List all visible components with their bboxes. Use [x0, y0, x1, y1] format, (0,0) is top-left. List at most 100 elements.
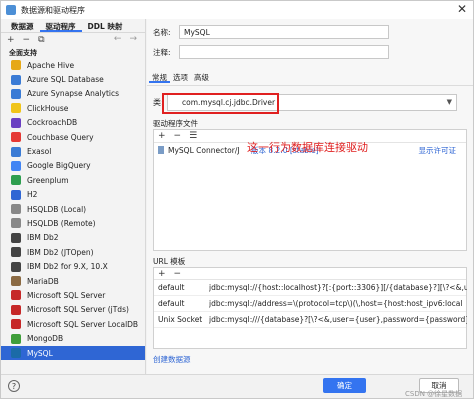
- add-icon[interactable]: +: [7, 35, 15, 45]
- window-title: 数据源和驱动程序: [21, 5, 85, 15]
- library-icon: [158, 146, 164, 154]
- url-toolbar: + −: [154, 268, 466, 280]
- left-toolbar: + − ⧉ ← →: [1, 33, 145, 47]
- bigquery-icon: [11, 160, 21, 171]
- create-datasource-link[interactable]: 创建数据源: [153, 354, 191, 365]
- name-input[interactable]: MySQL: [179, 25, 389, 39]
- greenplum-icon: [11, 175, 21, 186]
- highlight-box: [162, 93, 279, 114]
- couchbase-icon: [11, 132, 21, 143]
- driver-item[interactable]: HSQLDB (Remote): [1, 216, 145, 230]
- close-icon[interactable]: ✕: [457, 2, 467, 16]
- dialog-window: 数据源和驱动程序 ✕ 数据源 驱动程序 DDL 映射 + − ⧉ ← → 全面支…: [0, 0, 474, 399]
- left-panel: 数据源 驱动程序 DDL 映射 + − ⧉ ← → 全面支持 Apache Hi…: [1, 19, 146, 374]
- left-tabs: 数据源 驱动程序 DDL 映射: [1, 19, 145, 33]
- driver-item[interactable]: Google BigQuery: [1, 159, 145, 173]
- forward-icon[interactable]: →: [129, 34, 137, 44]
- driver-item[interactable]: MySQL: [1, 345, 145, 361]
- comment-row: 注释:: [153, 45, 389, 59]
- tab-advanced[interactable]: 高级: [191, 72, 212, 83]
- tab-general[interactable]: 常规: [149, 72, 170, 83]
- driver-item-label: Azure SQL Database: [27, 75, 104, 85]
- tab-options[interactable]: 选项: [170, 72, 191, 83]
- copy-icon[interactable]: ⧉: [38, 35, 44, 45]
- driver-item-label: Microsoft SQL Server (jTds): [27, 305, 129, 315]
- driver-item[interactable]: Apache Hive: [1, 58, 145, 72]
- ok-button[interactable]: 确定: [323, 378, 366, 393]
- driver-item[interactable]: H2: [1, 188, 145, 202]
- url-row[interactable]: default jdbc:mysql://{host::localhost}?[…: [154, 280, 467, 296]
- name-row: 名称: MySQL: [153, 25, 389, 39]
- driver-item[interactable]: IBM Db2 for 9.X, 10.X: [1, 259, 145, 273]
- driver-item-label: Greenplum: [27, 175, 69, 185]
- driver-item[interactable]: ClickHouse: [1, 101, 145, 115]
- mariadb-icon: [11, 276, 21, 287]
- driver-item-label: MariaDB: [27, 276, 59, 286]
- annotation-text: 这一行为数据库连接驱动: [247, 141, 368, 154]
- driver-item-label: MongoDB: [27, 334, 64, 344]
- comment-input[interactable]: [179, 45, 389, 59]
- driver-item[interactable]: MariaDB: [1, 274, 145, 288]
- driver-item-label: IBM Db2 for 9.X, 10.X: [27, 262, 108, 272]
- mysql-icon: [11, 348, 21, 358]
- url-templates-label: URL 模板: [153, 257, 186, 266]
- help-icon[interactable]: ?: [8, 380, 20, 392]
- add-file-icon[interactable]: +: [158, 131, 166, 141]
- tab-ddl-mappings[interactable]: DDL 映射: [82, 19, 129, 32]
- driver-item[interactable]: Azure Synapse Analytics: [1, 87, 145, 101]
- driver-item-label: H2: [27, 190, 38, 200]
- driver-item-label: Apache Hive: [27, 60, 75, 70]
- driver-list: Apache Hive Azure SQL Database Azure Synap…: [1, 58, 145, 361]
- url-name: default: [158, 299, 185, 308]
- driver-item-label: MySQL: [27, 348, 53, 358]
- app-icon: [6, 5, 16, 15]
- hsqldb-icon: [11, 204, 21, 215]
- ibm-icon: [11, 232, 21, 243]
- url-row[interactable]: default jdbc:mysql://address=\(protocol=…: [154, 296, 466, 312]
- driver-item-label: IBM Db2: [27, 233, 59, 243]
- sqlserver-icon: [11, 304, 21, 315]
- url-name: default: [158, 283, 185, 292]
- driver-files-label: 驱动程序文件: [153, 119, 198, 128]
- driver-item[interactable]: Microsoft SQL Server: [1, 288, 145, 302]
- driver-item-label: HSQLDB (Local): [27, 204, 87, 214]
- file-name: MySQL Connector/J: [168, 145, 240, 155]
- ibm-icon: [11, 247, 21, 258]
- sqlserver-icon: [11, 290, 21, 301]
- driver-item[interactable]: Microsoft SQL Server (jTds): [1, 303, 145, 317]
- driver-item[interactable]: Exasol: [1, 144, 145, 158]
- driver-item-label: Exasol: [27, 147, 52, 157]
- driver-item[interactable]: IBM Db2: [1, 231, 145, 245]
- name-label: 名称:: [153, 27, 171, 37]
- driver-item[interactable]: HSQLDB (Local): [1, 202, 145, 216]
- driver-item[interactable]: Greenplum: [1, 173, 145, 187]
- driver-item-label: Microsoft SQL Server: [27, 290, 106, 300]
- sqlserver-icon: [11, 319, 21, 330]
- driver-item[interactable]: Microsoft SQL Server LocalDB: [1, 317, 145, 331]
- section-full-support: 全面支持: [9, 49, 37, 57]
- remove-file-icon[interactable]: −: [174, 131, 182, 141]
- ibm-icon: [11, 261, 21, 272]
- url-row[interactable]: Unix Socket jdbc:mysql:///{database}?[\?…: [154, 312, 467, 328]
- back-icon[interactable]: ←: [114, 34, 122, 44]
- tab-drivers[interactable]: 驱动程序: [39, 19, 82, 32]
- add-url-icon[interactable]: +: [158, 269, 166, 279]
- azure-icon: [11, 74, 21, 85]
- chevron-down-icon[interactable]: ▼: [447, 98, 452, 106]
- driver-item-label: CockroachDB: [27, 118, 78, 128]
- driver-item[interactable]: CockroachDB: [1, 116, 145, 130]
- driver-item[interactable]: MongoDB: [1, 331, 145, 345]
- h2-icon: [11, 189, 21, 200]
- show-license-link[interactable]: 显示许可证: [419, 145, 457, 156]
- file-menu-icon[interactable]: ☰: [189, 131, 197, 141]
- remove-icon[interactable]: −: [23, 35, 31, 45]
- remove-url-icon[interactable]: −: [174, 269, 182, 279]
- comment-label: 注释:: [153, 47, 171, 57]
- azure-icon: [11, 88, 21, 99]
- tab-datasources[interactable]: 数据源: [5, 19, 40, 32]
- driver-item[interactable]: Couchbase Query: [1, 130, 145, 144]
- cockroach-icon: [11, 117, 21, 128]
- driver-item[interactable]: Azure SQL Database: [1, 72, 145, 86]
- driver-item[interactable]: IBM Db2 (JTOpen): [1, 245, 145, 259]
- driver-item-label: Couchbase Query: [27, 132, 94, 142]
